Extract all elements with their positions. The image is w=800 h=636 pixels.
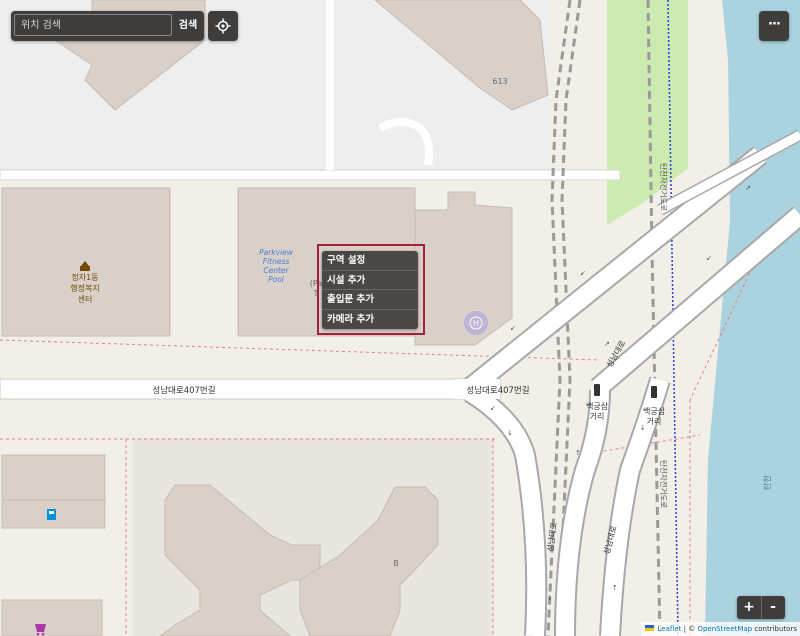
- hospital-icon: H: [464, 311, 488, 335]
- search-button[interactable]: 검색: [175, 14, 201, 38]
- context-menu: 구역 설정 시설 추가 출입문 추가 카메라 추가: [322, 251, 418, 329]
- label-river: 탄천: [762, 475, 772, 490]
- label-road-west: 성남대로407번길: [152, 386, 215, 396]
- svg-text:↓: ↓: [640, 424, 646, 432]
- label-bus-stop1-line2: 거리: [590, 412, 605, 421]
- building-hospital: [414, 191, 513, 346]
- svg-text:↙: ↙: [490, 404, 496, 412]
- label-office-line1: 정자1동: [71, 272, 98, 282]
- zoom-out-button[interactable]: -: [761, 596, 785, 619]
- leaflet-link[interactable]: Leaflet: [658, 625, 682, 633]
- label-bike-path-lower: 탄천자전거도로: [659, 460, 669, 508]
- menu-item-add-facility[interactable]: 시설 추가: [322, 271, 418, 290]
- label-pool-line1: Parkview: [259, 248, 294, 257]
- label-bus-stop2-line1: 백궁삼: [643, 406, 666, 416]
- label-pool-line2: Fitness: [263, 257, 290, 266]
- label-house-613: 613: [492, 77, 507, 86]
- attribution-contributors: contributors: [754, 625, 797, 633]
- locate-button[interactable]: [208, 11, 238, 41]
- svg-text:↓: ↓: [507, 429, 513, 437]
- svg-text:↗: ↗: [604, 340, 610, 348]
- osm-link[interactable]: OpenStreetMap: [697, 625, 752, 633]
- svg-text:H: H: [473, 319, 479, 328]
- svg-text:↙: ↙: [510, 324, 516, 332]
- zoom-control: + -: [737, 596, 785, 619]
- label-road-east: 성남대로407번길: [466, 386, 529, 396]
- more-options-button[interactable]: ···: [759, 11, 789, 41]
- menu-item-zone-setting[interactable]: 구역 설정: [322, 251, 418, 271]
- map-view[interactable]: ↙ ↙ ↙ ↗ ↗ ↓ ↑ ↓ ↑ ↓ ↙ 613 정자1동 행정복지 센터 Parkview…: [0, 0, 800, 636]
- svg-text:↑: ↑: [612, 584, 618, 592]
- menu-item-add-camera[interactable]: 카메라 추가: [322, 310, 418, 330]
- svg-text:↙: ↙: [580, 269, 586, 277]
- svg-text:↑: ↑: [575, 449, 581, 457]
- label-pool-line4: Pool: [268, 275, 285, 284]
- label-office-line2: 행정복지: [70, 283, 99, 293]
- label-pool-line3: Center: [263, 266, 289, 275]
- label-building-b: B: [393, 559, 399, 568]
- svg-text:↙: ↙: [706, 254, 712, 262]
- label-office-line3: 센터: [78, 294, 93, 304]
- menu-item-add-gate[interactable]: 출입문 추가: [322, 290, 418, 310]
- attribution-separator: |: [683, 625, 686, 633]
- search-input[interactable]: [14, 14, 172, 36]
- fuel-icon: [47, 509, 56, 520]
- zoom-in-button[interactable]: +: [737, 596, 762, 619]
- attribution-copyright: ©: [688, 625, 696, 633]
- ukraine-flag-icon: [645, 625, 655, 631]
- svg-text:↗: ↗: [745, 184, 751, 192]
- locate-icon: [215, 18, 231, 34]
- building-community-center: [1, 187, 171, 337]
- attribution: Leaflet | © OpenStreetMap contributors: [641, 622, 800, 636]
- svg-text:↓: ↓: [547, 594, 553, 602]
- search-bar: 검색: [11, 11, 204, 41]
- road-seongnam-407: [0, 378, 501, 400]
- label-bus-stop2-line2: 거리: [647, 417, 662, 426]
- label-bike-path-upper: 탄천자전거도로: [659, 163, 669, 211]
- label-bus-stop1-line1: 백궁삼: [586, 401, 609, 411]
